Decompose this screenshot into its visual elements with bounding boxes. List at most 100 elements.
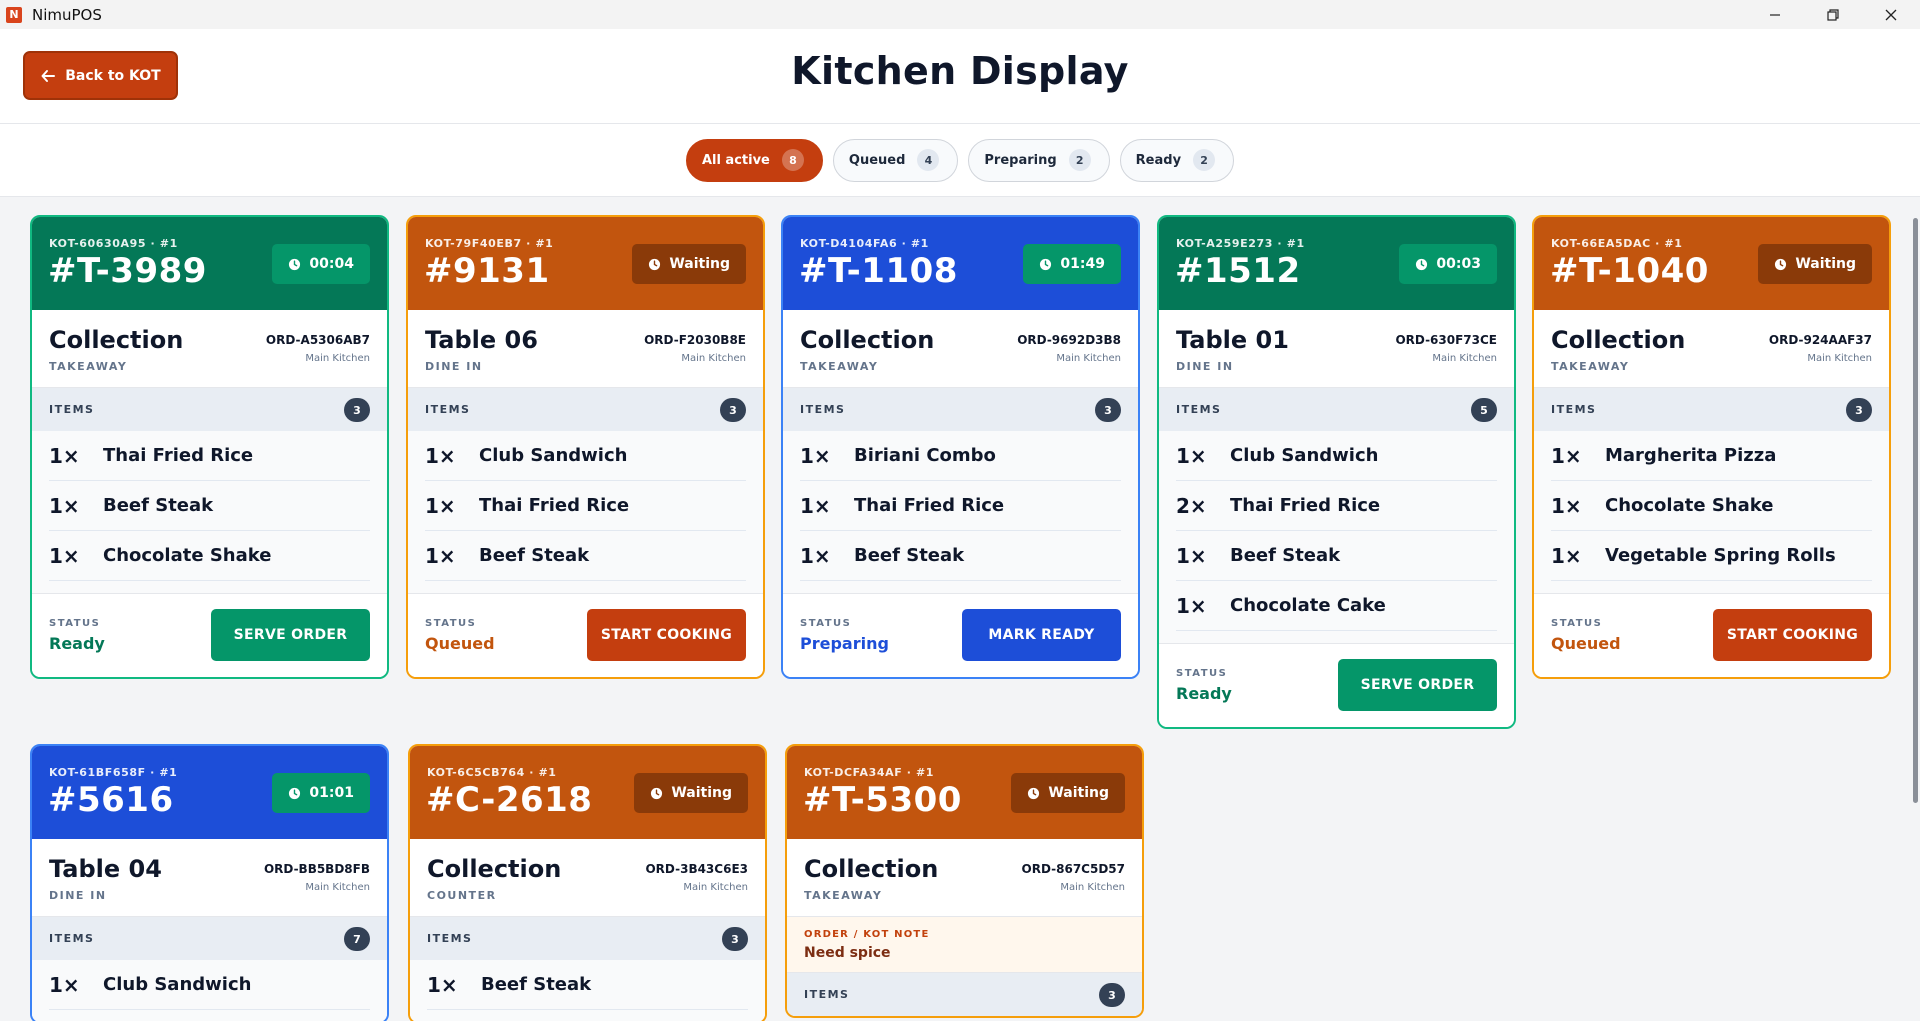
item-name: Chocolate Cake <box>1230 595 1386 616</box>
clock-icon <box>649 258 661 270</box>
restore-button[interactable] <box>1804 0 1862 29</box>
items-count-badge: 5 <box>1471 398 1497 422</box>
item-name: Beef Steak <box>1230 545 1341 566</box>
ticket-footer: STATUS Queued START COOKING <box>408 593 763 677</box>
kot-id: KOT-6C5CB764 · #1 <box>427 766 557 779</box>
items-header: ITEMS 3 <box>1534 388 1889 431</box>
item-name: Biriani Combo <box>854 445 996 466</box>
order-type: DINE IN <box>1176 360 1234 373</box>
filter-label: All active <box>701 152 770 168</box>
clock-icon <box>289 258 301 270</box>
ticket-timer: 00:04 <box>272 244 370 284</box>
item-qty: 1× <box>49 493 80 518</box>
item-qty: 1× <box>1551 443 1582 468</box>
order-type: TAKEAWAY <box>804 889 883 902</box>
clock-icon <box>1028 787 1040 799</box>
start-cooking-button[interactable]: START COOKING <box>1713 609 1872 661</box>
clock-icon <box>1775 258 1787 270</box>
list-item: 1× Chocolate Shake <box>49 531 370 581</box>
order-id: ORD-9692D3B8 <box>1017 333 1121 347</box>
order-type: DINE IN <box>425 360 483 373</box>
item-name: Thai Fried Rice <box>103 445 254 466</box>
list-item: 1× Beef Steak <box>49 481 370 531</box>
ticket-location: Collection <box>800 326 935 354</box>
item-name: Beef Steak <box>854 545 965 566</box>
ticket-header: KOT-A259E273 · #1 #1512 00:03 <box>1159 217 1514 310</box>
serve-order-button[interactable]: SERVE ORDER <box>211 609 370 661</box>
kot-id: KOT-D4104FA6 · #1 <box>800 237 929 250</box>
ticket-location: Collection <box>427 855 562 883</box>
serve-order-button[interactable]: SERVE ORDER <box>1338 659 1497 711</box>
ticket-location: Collection <box>1551 326 1686 354</box>
board-scrollbar-thumb[interactable] <box>1913 218 1918 803</box>
item-qty: 1× <box>49 543 80 568</box>
ticket-number: #T-5300 <box>803 780 962 820</box>
ticket-number: #T-1108 <box>799 251 958 291</box>
list-item: 1× Vegetable Spring Rolls <box>1551 531 1872 581</box>
filter-queued[interactable]: Queued 4 <box>832 138 959 182</box>
filter-all-active[interactable]: All active 8 <box>685 138 823 182</box>
ticket-location: Collection <box>49 326 184 354</box>
order-id: ORD-867C5D57 <box>1021 862 1125 876</box>
ticket-info: Collection COUNTER ORD-3B43C6E3 Main Kit… <box>410 839 765 917</box>
item-name: Chocolate Shake <box>1605 495 1774 516</box>
ticket-location: Table 06 <box>425 326 538 354</box>
ticket-card: KOT-60630A95 · #1 #T-3989 00:04 Collecti… <box>30 215 389 679</box>
ticket-number: #9131 <box>424 251 550 291</box>
timer-text: Waiting <box>1795 256 1856 272</box>
kot-id: KOT-79F40EB7 · #1 <box>425 237 554 250</box>
items-count-badge: 3 <box>1095 398 1121 422</box>
list-item: 1× Margherita Pizza <box>1551 431 1872 481</box>
ticket-timer: Waiting <box>1758 244 1872 284</box>
timer-text: Waiting <box>1048 785 1109 801</box>
items-label: ITEMS <box>427 932 473 945</box>
list-item: 1× Biriani Combo <box>800 431 1121 481</box>
kitchen-name: Main Kitchen <box>683 882 748 893</box>
close-window-button[interactable] <box>1862 0 1920 29</box>
window-controls <box>1746 0 1920 29</box>
items-header: ITEMS 3 <box>408 388 763 431</box>
order-type: TAKEAWAY <box>800 360 879 373</box>
list-item: 1× Beef Steak <box>427 960 748 1010</box>
status-filter-bar: All active 8 Queued 4 Preparing 2 Ready … <box>0 124 1920 197</box>
ticket-location: Collection <box>804 855 939 883</box>
order-id: ORD-3B43C6E3 <box>645 862 748 876</box>
ticket-card: KOT-D4104FA6 · #1 #T-1108 01:49 Collecti… <box>781 215 1140 679</box>
item-name: Vegetable Spring Rolls <box>1605 545 1836 566</box>
ticket-footer: STATUS Preparing MARK READY <box>783 593 1138 677</box>
ticket-info: Collection TAKEAWAY ORD-9692D3B8 Main Ki… <box>783 310 1138 388</box>
items-label: ITEMS <box>49 932 95 945</box>
items-header: ITEMS 3 <box>410 917 765 960</box>
filter-count: 8 <box>781 149 804 171</box>
status-value: Queued <box>1551 634 1621 653</box>
filter-ready[interactable]: Ready 2 <box>1119 138 1235 182</box>
order-type: COUNTER <box>427 889 497 902</box>
timer-text: Waiting <box>669 256 730 272</box>
restore-icon <box>1827 8 1839 21</box>
timer-text: 01:01 <box>309 785 354 801</box>
item-list: 1× Thai Fried Rice 1× Beef Steak 1× Chocola… <box>32 431 387 593</box>
status-value: Preparing <box>800 634 889 653</box>
kot-id: KOT-60630A95 · #1 <box>49 237 178 250</box>
note-label: ORDER / KOT NOTE <box>804 929 930 940</box>
start-cooking-button[interactable]: START COOKING <box>587 609 746 661</box>
filter-preparing[interactable]: Preparing 2 <box>968 138 1110 182</box>
items-header: ITEMS 7 <box>32 917 387 960</box>
ticket-header: KOT-D4104FA6 · #1 #T-1108 01:49 <box>783 217 1138 310</box>
window-titlebar: N NimuPOS <box>0 0 1920 29</box>
ticket-number: #1512 <box>1175 251 1301 291</box>
filter-label: Ready <box>1135 152 1182 168</box>
items-label: ITEMS <box>800 403 846 416</box>
minimize-button[interactable] <box>1746 0 1804 29</box>
status-label: STATUS <box>425 618 477 629</box>
ticket-footer: STATUS Ready SERVE ORDER <box>32 593 387 677</box>
list-item: 1× Thai Fried Rice <box>800 481 1121 531</box>
items-label: ITEMS <box>1176 403 1222 416</box>
order-id: ORD-F2030B8E <box>644 333 746 347</box>
mark-ready-button[interactable]: MARK READY <box>962 609 1121 661</box>
list-item: 1× Chocolate Cake <box>1176 581 1497 631</box>
order-type: TAKEAWAY <box>49 360 128 373</box>
item-qty: 2× <box>1176 493 1207 518</box>
item-name: Club Sandwich <box>103 974 252 995</box>
ticket-card: KOT-DCFA34AF · #1 #T-5300 Waiting Collec… <box>785 744 1144 1018</box>
